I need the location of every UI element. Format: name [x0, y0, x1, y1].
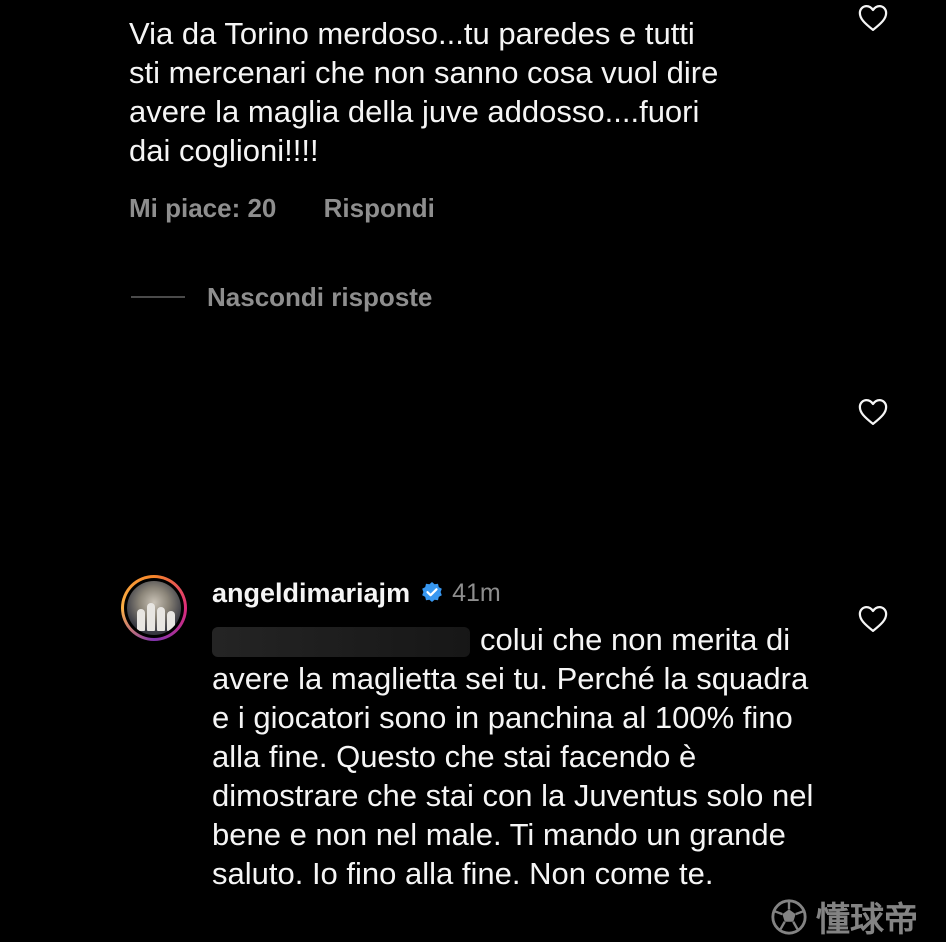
hide-replies-button[interactable]: Nascondi risposte	[131, 280, 432, 314]
reply-like-heart-icon[interactable]	[858, 605, 888, 633]
reply-body: colui che non merita di avere la magliet…	[212, 622, 814, 891]
hide-replies-label: Nascondi risposte	[207, 282, 433, 312]
redacted-mention	[212, 626, 470, 657]
reply-avatar[interactable]	[121, 575, 187, 641]
hidden-reply-like-heart-icon[interactable]	[858, 398, 888, 426]
comment-reply-button[interactable]: Rispondi	[324, 190, 435, 226]
comment-text: Via da Torino merdoso...tu paredes e tut…	[129, 16, 719, 168]
comment-like-heart-icon[interactable]	[858, 4, 888, 32]
reply-header: angeldimariajm 41m	[212, 575, 501, 611]
reply-timestamp: 41m	[452, 578, 501, 607]
reply-username[interactable]: angeldimariajm	[212, 578, 410, 609]
replies-divider-line	[131, 296, 185, 298]
comment-meta-row: Mi piace: 20 Rispondi	[129, 190, 435, 226]
watermark-text: 懂球帝	[816, 901, 918, 939]
soccer-ball-icon	[771, 898, 807, 935]
reply-text: colui che non merita di avere la magliet…	[212, 620, 832, 893]
verified-badge-icon	[422, 582, 442, 602]
watermark: 懂球帝	[770, 892, 918, 941]
comment-likes-count[interactable]: Mi piace: 20	[129, 190, 276, 226]
avatar-photo	[127, 581, 181, 635]
